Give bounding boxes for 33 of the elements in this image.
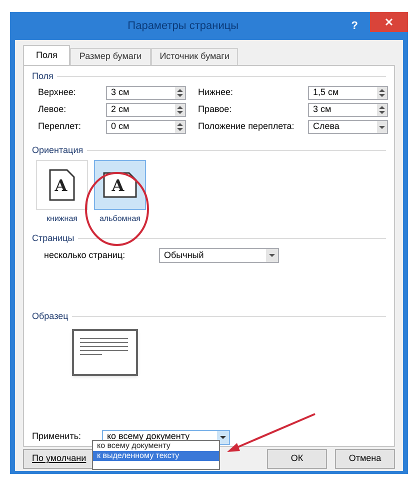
section-heading: Поля bbox=[32, 70, 54, 84]
tab[interactable]: Поля bbox=[23, 45, 70, 65]
spin-field[interactable]: 1,5 см bbox=[308, 86, 388, 100]
orientation-label: альбомная bbox=[99, 212, 140, 225]
ok-button[interactable]: ОК bbox=[267, 449, 327, 469]
spin-field[interactable]: 0 см bbox=[106, 120, 186, 134]
orientation-option[interactable]: A bbox=[94, 160, 146, 210]
tab[interactable]: Источник бумаги bbox=[150, 48, 238, 65]
field-label: Правое: bbox=[198, 103, 233, 116]
field-label: несколько страниц: bbox=[44, 248, 126, 262]
spin-field[interactable]: 3 см bbox=[106, 86, 186, 100]
dropdown-option[interactable]: к выделенному тексту bbox=[93, 451, 219, 461]
orientation-label: книжная bbox=[46, 212, 78, 225]
dropdown-field[interactable]: Слева bbox=[308, 120, 388, 134]
tab[interactable]: Размер бумаги bbox=[70, 48, 151, 65]
window-title: Параметры страницы bbox=[126, 18, 240, 34]
section-heading: Страницы bbox=[32, 232, 74, 246]
cancel-button[interactable]: Отмена bbox=[335, 449, 395, 469]
dropdown-field[interactable]: Обычный bbox=[159, 248, 279, 264]
field-label: Применить: bbox=[32, 430, 82, 444]
spin-field[interactable]: 3 см bbox=[308, 103, 388, 118]
landscape-page-icon: A bbox=[103, 172, 137, 198]
orientation-option[interactable]: A bbox=[36, 160, 88, 210]
field-label: Положение переплета: bbox=[198, 120, 296, 134]
help-button[interactable]: ? bbox=[351, 18, 358, 34]
section-heading: Ориентация bbox=[32, 144, 84, 157]
field-label: Нижнее: bbox=[198, 86, 234, 100]
portrait-page-icon: A bbox=[49, 168, 75, 201]
field-label: Переплет: bbox=[38, 120, 82, 134]
section-heading: Образец bbox=[32, 310, 68, 323]
field-label: Верхнее: bbox=[38, 86, 77, 100]
field-label: Левое: bbox=[38, 103, 68, 116]
spin-field[interactable]: 2 см bbox=[106, 103, 186, 118]
